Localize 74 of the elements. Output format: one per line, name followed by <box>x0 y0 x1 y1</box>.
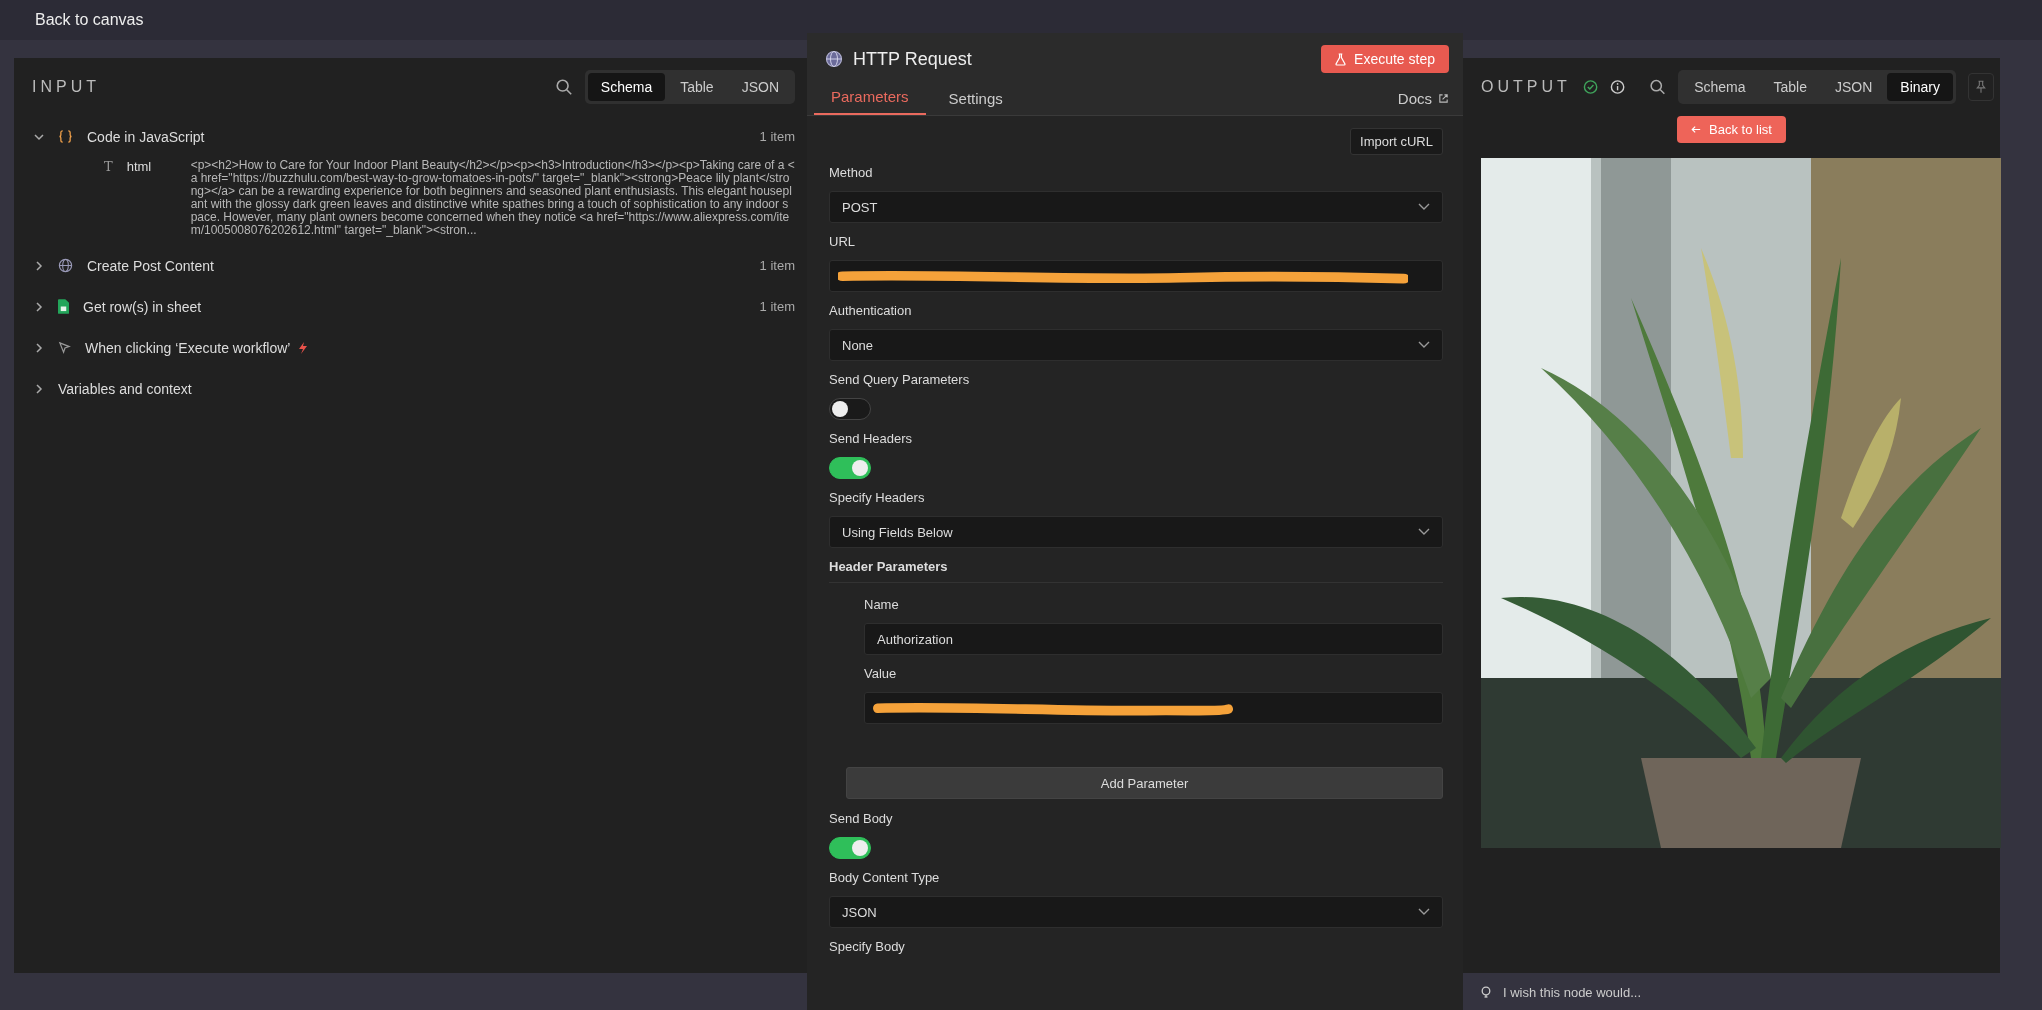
view-tab[interactable]: Binary <box>1887 73 1953 101</box>
search-icon[interactable] <box>1649 78 1667 96</box>
chevron-icon[interactable] <box>34 260 44 271</box>
node-name[interactable]: Create Post Content <box>87 257 214 274</box>
field-label: URL <box>829 234 856 251</box>
node-name[interactable]: Get row(s) in sheet <box>83 298 202 315</box>
field-label: Body Content Type <box>829 870 941 887</box>
success-check-icon <box>1582 79 1598 95</box>
toggle-switch[interactable] <box>829 837 871 859</box>
globe-icon <box>58 258 73 273</box>
toggle-switch[interactable] <box>829 457 871 479</box>
spreadsheet-icon <box>58 299 69 314</box>
variables-label[interactable]: Variables and context <box>58 380 192 397</box>
view-tab[interactable]: Table <box>1760 73 1820 101</box>
external-link-icon <box>1438 93 1449 104</box>
field-label: Authentication <box>829 303 913 320</box>
arrow-left-icon <box>1691 125 1702 134</box>
lightning-icon <box>298 341 309 354</box>
field-label: Method <box>829 165 874 182</box>
field-label: Name <box>864 597 900 614</box>
chevron-down-icon <box>1418 203 1430 211</box>
field-label: Send Query Parameters <box>829 372 971 389</box>
input-field[interactable]: Authorization <box>864 623 1443 655</box>
item-count: 1 item <box>759 258 795 273</box>
add-parameter-button[interactable]: Add Parameter <box>846 767 1443 799</box>
select-field[interactable]: POST <box>829 191 1443 223</box>
feedback-link[interactable]: I wish this node would... <box>1503 985 1642 1000</box>
item-count: 1 item <box>759 129 795 144</box>
node-title: HTTP Request <box>853 48 972 70</box>
chevron-down-icon <box>1418 528 1430 536</box>
field-label: Specify Headers <box>829 490 926 507</box>
select-field[interactable]: Using Fields Below <box>829 516 1443 548</box>
view-tab[interactable]: Schema <box>587 73 666 101</box>
lightbulb-icon <box>1481 985 1491 1000</box>
cursor-icon <box>58 341 71 354</box>
flask-icon <box>1335 52 1347 66</box>
field-label: Value <box>864 666 898 683</box>
field-value: <p><h2>How to Care for Your Indoor Plant Beauty</h2></p><p><h3>Introduction</h3></p><p>Taking care of a <a href="https://buzzhulu.com/best-way-to-grow-tomatoes-in-pots/" target="_blank"><strong>Peace lily plant</strong></a> can be a rewarding experience for both beginners and seasoned plant enthusiasts. This elegant houseplant with the glossy dark green leaves and distinctive white spathes bring a touch of sophistication to any indoor space. However, many plant owners become concerned when they notice <a href="https://www.aliexpress.com/item/1005008076202612.html" target="_blank"><stron... <box>190 159 795 237</box>
braces-icon <box>58 130 73 143</box>
input-field[interactable] <box>864 692 1443 724</box>
view-tab[interactable]: JSON <box>728 73 792 101</box>
node-name[interactable]: Code in JavaScript <box>87 128 205 145</box>
item-count: 1 item <box>759 299 795 314</box>
pin-button[interactable] <box>1968 73 1994 101</box>
chevron-icon[interactable] <box>34 342 44 353</box>
field-label: Send Headers <box>829 431 914 448</box>
field-label: Specify Body <box>829 939 906 956</box>
chevron-icon[interactable] <box>34 383 44 394</box>
chevron-down-icon <box>1418 908 1430 916</box>
select-field[interactable]: None <box>829 329 1443 361</box>
search-icon[interactable] <box>554 78 573 96</box>
chevron-down-icon <box>1418 341 1430 349</box>
docs-link[interactable]: Docs <box>1397 90 1449 115</box>
info-icon[interactable] <box>1609 79 1626 95</box>
panel-tab[interactable]: Settings <box>931 90 1020 115</box>
select-field[interactable]: JSON <box>829 896 1443 928</box>
view-tab[interactable]: Table <box>667 73 727 101</box>
field-label: Send Body <box>829 811 894 828</box>
node-name[interactable]: When clicking ‘Execute workflow’ <box>85 339 291 356</box>
field-key: html <box>126 159 177 237</box>
type-icon: T <box>104 159 113 237</box>
pin-icon <box>1976 80 1986 94</box>
input-field[interactable] <box>829 260 1443 292</box>
section-heading: Header Parameters <box>829 559 1443 583</box>
toggle-switch[interactable] <box>829 398 871 420</box>
globe-icon <box>825 50 843 68</box>
import-curl-button[interactable]: Import cURL <box>1350 128 1443 155</box>
panel-title: OUTPUT <box>1481 78 1571 96</box>
view-tab[interactable]: Schema <box>1681 73 1759 101</box>
chevron-icon[interactable] <box>34 301 44 312</box>
chevron-icon[interactable] <box>34 131 44 142</box>
panel-title: INPUT <box>32 78 100 96</box>
back-to-canvas-link[interactable]: Back to canvas <box>35 11 144 29</box>
view-tab[interactable]: JSON <box>1821 73 1886 101</box>
